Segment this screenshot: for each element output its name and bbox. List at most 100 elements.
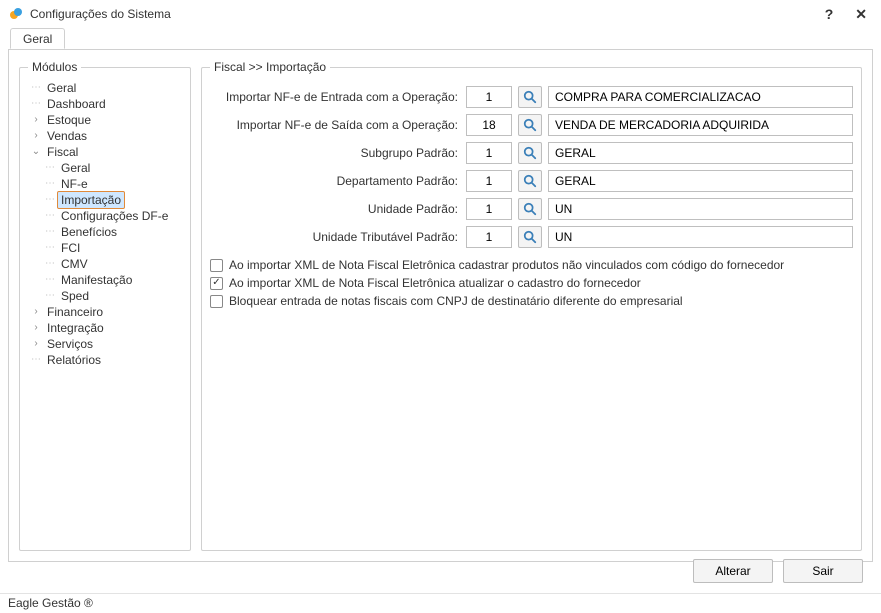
tree-item-label: Geral [44,80,79,96]
lookup-button[interactable] [518,114,542,136]
tree-item-label: Dashboard [44,96,109,112]
checkbox[interactable] [210,295,223,308]
close-button[interactable]: ✕ [855,6,867,23]
content-group: Fiscal >> Importação Importar NF-e de En… [201,60,862,551]
search-icon [523,230,537,244]
tab-baseline [8,49,873,50]
checkbox-label: Bloquear entrada de notas fiscais com CN… [229,294,683,308]
tree-item[interactable]: ⋯Configurações DF-e [42,208,182,224]
description-input[interactable] [548,86,853,108]
tree-item-label: CMV [58,256,91,272]
tree-item[interactable]: ›Financeiro [28,304,182,320]
code-input[interactable] [466,226,512,248]
search-icon [523,174,537,188]
form-row: Subgrupo Padrão: [210,142,853,164]
field-label: Unidade Padrão: [210,202,460,216]
tree-item[interactable]: ⋯Sped [42,288,182,304]
form-row: Importar NF-e de Saída com a Operação: [210,114,853,136]
tree-item[interactable]: ⋯NF-e [42,176,182,192]
tree-item[interactable]: ›Serviços [28,336,182,352]
checkbox-row: Bloquear entrada de notas fiscais com CN… [210,294,853,308]
tree-leaf-icon: ⋯ [44,272,56,288]
tree-item[interactable]: ⋯Manifestação [42,272,182,288]
tree-item[interactable]: ›Integração [28,320,182,336]
lookup-button[interactable] [518,86,542,108]
form-row: Unidade Padrão: [210,198,853,220]
tab-strip: Geral [8,28,873,50]
tree-leaf-icon: ⋯ [44,256,56,272]
content-legend: Fiscal >> Importação [210,60,330,74]
chevron-right-icon[interactable]: › [30,304,42,320]
tree-item-label: Financeiro [44,304,106,320]
checkbox[interactable] [210,277,223,290]
main-panel: Módulos ⋯Geral⋯Dashboard›Estoque›Vendas⌄… [8,50,873,562]
tree-item[interactable]: ›Vendas [28,128,182,144]
tab-geral[interactable]: Geral [10,28,65,49]
checkbox[interactable] [210,259,223,272]
tree-item[interactable]: ⋯FCI [42,240,182,256]
checkbox-row: Ao importar XML de Nota Fiscal Eletrônic… [210,276,853,290]
tree-item-label: Configurações DF-e [58,208,171,224]
tree-leaf-icon: ⋯ [30,96,42,112]
content: Fiscal >> Importação Importar NF-e de En… [201,60,862,551]
field-label: Departamento Padrão: [210,174,460,188]
tree-leaf-icon: ⋯ [44,208,56,224]
description-input[interactable] [548,142,853,164]
code-input[interactable] [466,198,512,220]
chevron-right-icon[interactable]: › [30,112,42,128]
tree-item[interactable]: ⋯Geral [28,80,182,96]
tree-item[interactable]: ⋯CMV [42,256,182,272]
tree-item[interactable]: ⋯Benefícios [42,224,182,240]
code-input[interactable] [466,170,512,192]
chevron-right-icon[interactable]: › [30,320,42,336]
tree-item[interactable]: ⌄Fiscal [28,144,182,160]
lookup-button[interactable] [518,198,542,220]
tree-item-label: Serviços [44,336,96,352]
code-input[interactable] [466,114,512,136]
tree-leaf-icon: ⋯ [44,224,56,240]
status-text: Eagle Gestão ® [8,596,93,610]
tree-leaf-icon: ⋯ [30,352,42,368]
tree-item[interactable]: ⋯Importação [42,192,182,208]
modules-legend: Módulos [28,60,81,74]
tree-item[interactable]: ›Estoque [28,112,182,128]
description-input[interactable] [548,170,853,192]
tree-leaf-icon: ⋯ [44,288,56,304]
modules-group: Módulos ⋯Geral⋯Dashboard›Estoque›Vendas⌄… [19,60,191,551]
tree-item-label: Benefícios [58,224,120,240]
chevron-down-icon[interactable]: ⌄ [30,144,42,160]
description-input[interactable] [548,226,853,248]
tree-item-label: Integração [44,320,107,336]
footer-buttons: Alterar Sair [693,559,863,583]
code-input[interactable] [466,142,512,164]
help-button[interactable]: ? [825,6,834,22]
description-input[interactable] [548,114,853,136]
code-input[interactable] [466,86,512,108]
tree-item[interactable]: ⋯Dashboard [28,96,182,112]
lookup-button[interactable] [518,142,542,164]
window-title: Configurações do Sistema [30,7,171,21]
chevron-right-icon[interactable]: › [30,128,42,144]
field-label: Subgrupo Padrão: [210,146,460,160]
search-icon [523,90,537,104]
alterar-button[interactable]: Alterar [693,559,773,583]
tree-item[interactable]: ⋯Geral [42,160,182,176]
tree-item-label: Manifestação [58,272,135,288]
lookup-button[interactable] [518,170,542,192]
status-bar: Eagle Gestão ® [0,593,881,613]
form-row: Importar NF-e de Entrada com a Operação: [210,86,853,108]
checkbox-label: Ao importar XML de Nota Fiscal Eletrônic… [229,258,784,272]
sair-button[interactable]: Sair [783,559,863,583]
app-icon [8,6,24,22]
modules-tree[interactable]: ⋯Geral⋯Dashboard›Estoque›Vendas⌄Fiscal⋯G… [28,80,182,368]
checkbox-row: Ao importar XML de Nota Fiscal Eletrônic… [210,258,853,272]
tree-item[interactable]: ⋯Relatórios [28,352,182,368]
tree-item-label: Geral [58,160,93,176]
title-bar: Configurações do Sistema ? ✕ [0,0,881,28]
description-input[interactable] [548,198,853,220]
tree-leaf-icon: ⋯ [30,80,42,96]
field-label: Unidade Tributável Padrão: [210,230,460,244]
chevron-right-icon[interactable]: › [30,336,42,352]
field-label: Importar NF-e de Saída com a Operação: [210,118,460,132]
lookup-button[interactable] [518,226,542,248]
